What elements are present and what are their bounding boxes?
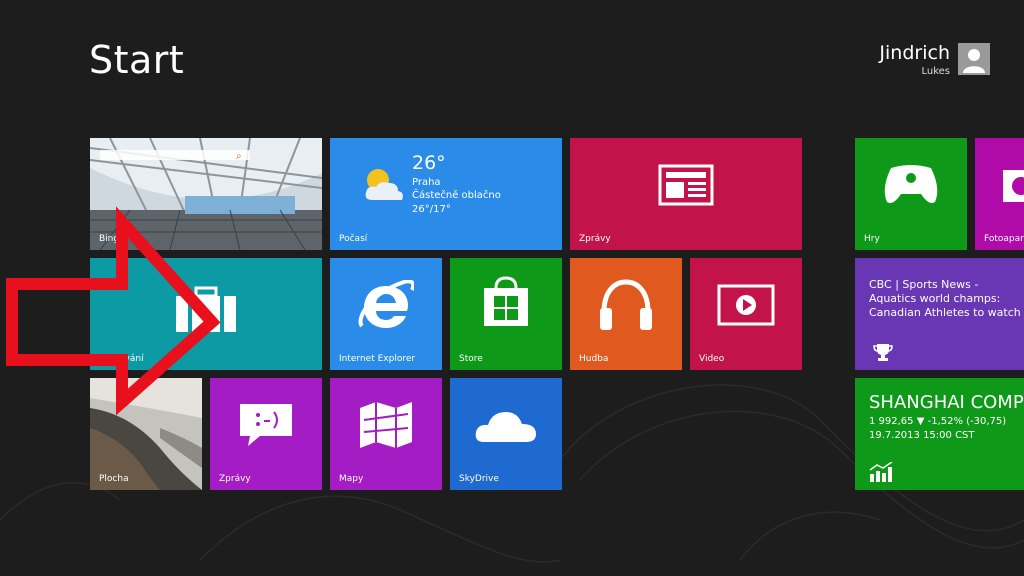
tile-skydrive[interactable]: SkyDrive bbox=[450, 378, 562, 490]
tile-travel[interactable]: Cestování bbox=[90, 258, 322, 370]
trophy-icon bbox=[873, 344, 893, 361]
tile-label: Store bbox=[459, 354, 483, 364]
tile-finance[interactable]: SHANGHAI COMPOSITE 1 992,65 ▼ -1,52% (-3… bbox=[855, 378, 1024, 490]
cloud-icon bbox=[475, 412, 536, 442]
tile-games[interactable]: Hry bbox=[855, 138, 967, 250]
tile-label: Počasí bbox=[339, 234, 368, 244]
tile-news[interactable]: Zprávy bbox=[570, 138, 802, 250]
weather-temperature: 26° bbox=[412, 152, 446, 174]
finance-index-name: SHANGHAI COMPOSITE bbox=[869, 392, 1024, 413]
tile-label: Zprávy bbox=[579, 234, 611, 244]
tile-label: Video bbox=[699, 354, 725, 364]
search-icon[interactable]: ⌕ bbox=[236, 151, 242, 162]
tile-bing[interactable]: ⌕ Bing bbox=[90, 138, 322, 250]
avatar bbox=[958, 43, 990, 75]
tile-label: Plocha bbox=[99, 474, 129, 484]
tile-label: Hudba bbox=[579, 354, 609, 364]
camera-icon bbox=[1003, 170, 1024, 202]
chat-bubble-icon bbox=[240, 404, 292, 446]
tile-video[interactable]: Video bbox=[690, 258, 802, 370]
xbox-controller-icon bbox=[884, 165, 938, 203]
user-last-name: Lukes bbox=[921, 66, 950, 77]
tile-label: Internet Explorer bbox=[339, 354, 416, 364]
newspaper-icon bbox=[658, 164, 714, 206]
tile-label: SkyDrive bbox=[459, 474, 499, 484]
tile-sports-news[interactable]: CBC | Sports News - Aquatics world champ… bbox=[855, 258, 1024, 370]
page-title: Start bbox=[89, 38, 185, 82]
tile-messaging[interactable]: Zprávy bbox=[210, 378, 322, 490]
suitcase-icon bbox=[176, 286, 236, 332]
sports-headline: CBC | Sports News - Aquatics world champ… bbox=[869, 278, 1021, 319]
tile-maps[interactable]: Mapy bbox=[330, 378, 442, 490]
tile-label: Cestování bbox=[99, 354, 144, 364]
weather-icon bbox=[365, 169, 403, 200]
finance-timestamp: 19.7.2013 15:00 CST bbox=[869, 430, 975, 441]
bing-photo bbox=[90, 138, 322, 250]
tile-label: Bing bbox=[99, 234, 120, 244]
user-first-name: Jindrich bbox=[879, 42, 950, 64]
tile-label: Zprávy bbox=[219, 474, 251, 484]
map-icon bbox=[360, 402, 412, 448]
internet-explorer-icon bbox=[358, 280, 414, 328]
tile-internet-explorer[interactable]: Internet Explorer bbox=[330, 258, 442, 370]
tile-music[interactable]: Hudba bbox=[570, 258, 682, 370]
store-bag-icon bbox=[484, 276, 528, 326]
user-icon bbox=[963, 49, 985, 73]
tile-store[interactable]: Store bbox=[450, 258, 562, 370]
weather-city: Praha bbox=[412, 177, 441, 188]
chart-icon bbox=[869, 462, 893, 482]
tile-weather[interactable]: 26° Praha Částečně oblačno 26°/17° Počas… bbox=[330, 138, 562, 250]
video-play-icon bbox=[717, 284, 775, 326]
weather-range: 26°/17° bbox=[412, 204, 451, 215]
tile-desktop[interactable]: Plocha bbox=[90, 378, 202, 490]
tile-label: Fotoaparát bbox=[984, 234, 1024, 244]
tile-label: Mapy bbox=[339, 474, 364, 484]
tile-label: Hry bbox=[864, 234, 880, 244]
weather-condition: Částečně oblačno bbox=[412, 190, 501, 201]
tile-camera[interactable]: Fotoaparát bbox=[975, 138, 1024, 250]
finance-value: 1 992,65 ▼ -1,52% (-30,75) bbox=[869, 416, 1007, 427]
headphones-icon bbox=[600, 279, 652, 330]
